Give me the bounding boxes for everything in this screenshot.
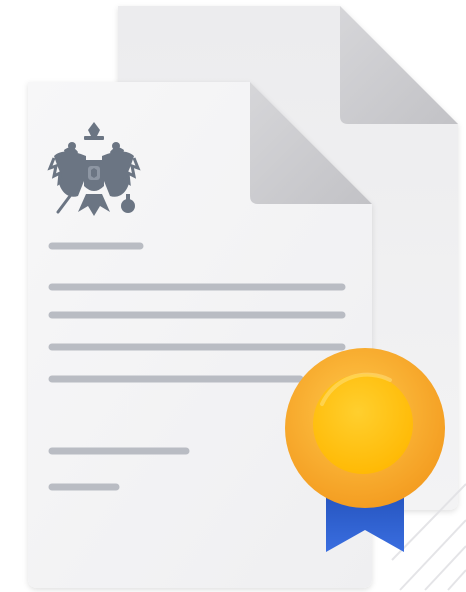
document-illustration [28,6,466,591]
